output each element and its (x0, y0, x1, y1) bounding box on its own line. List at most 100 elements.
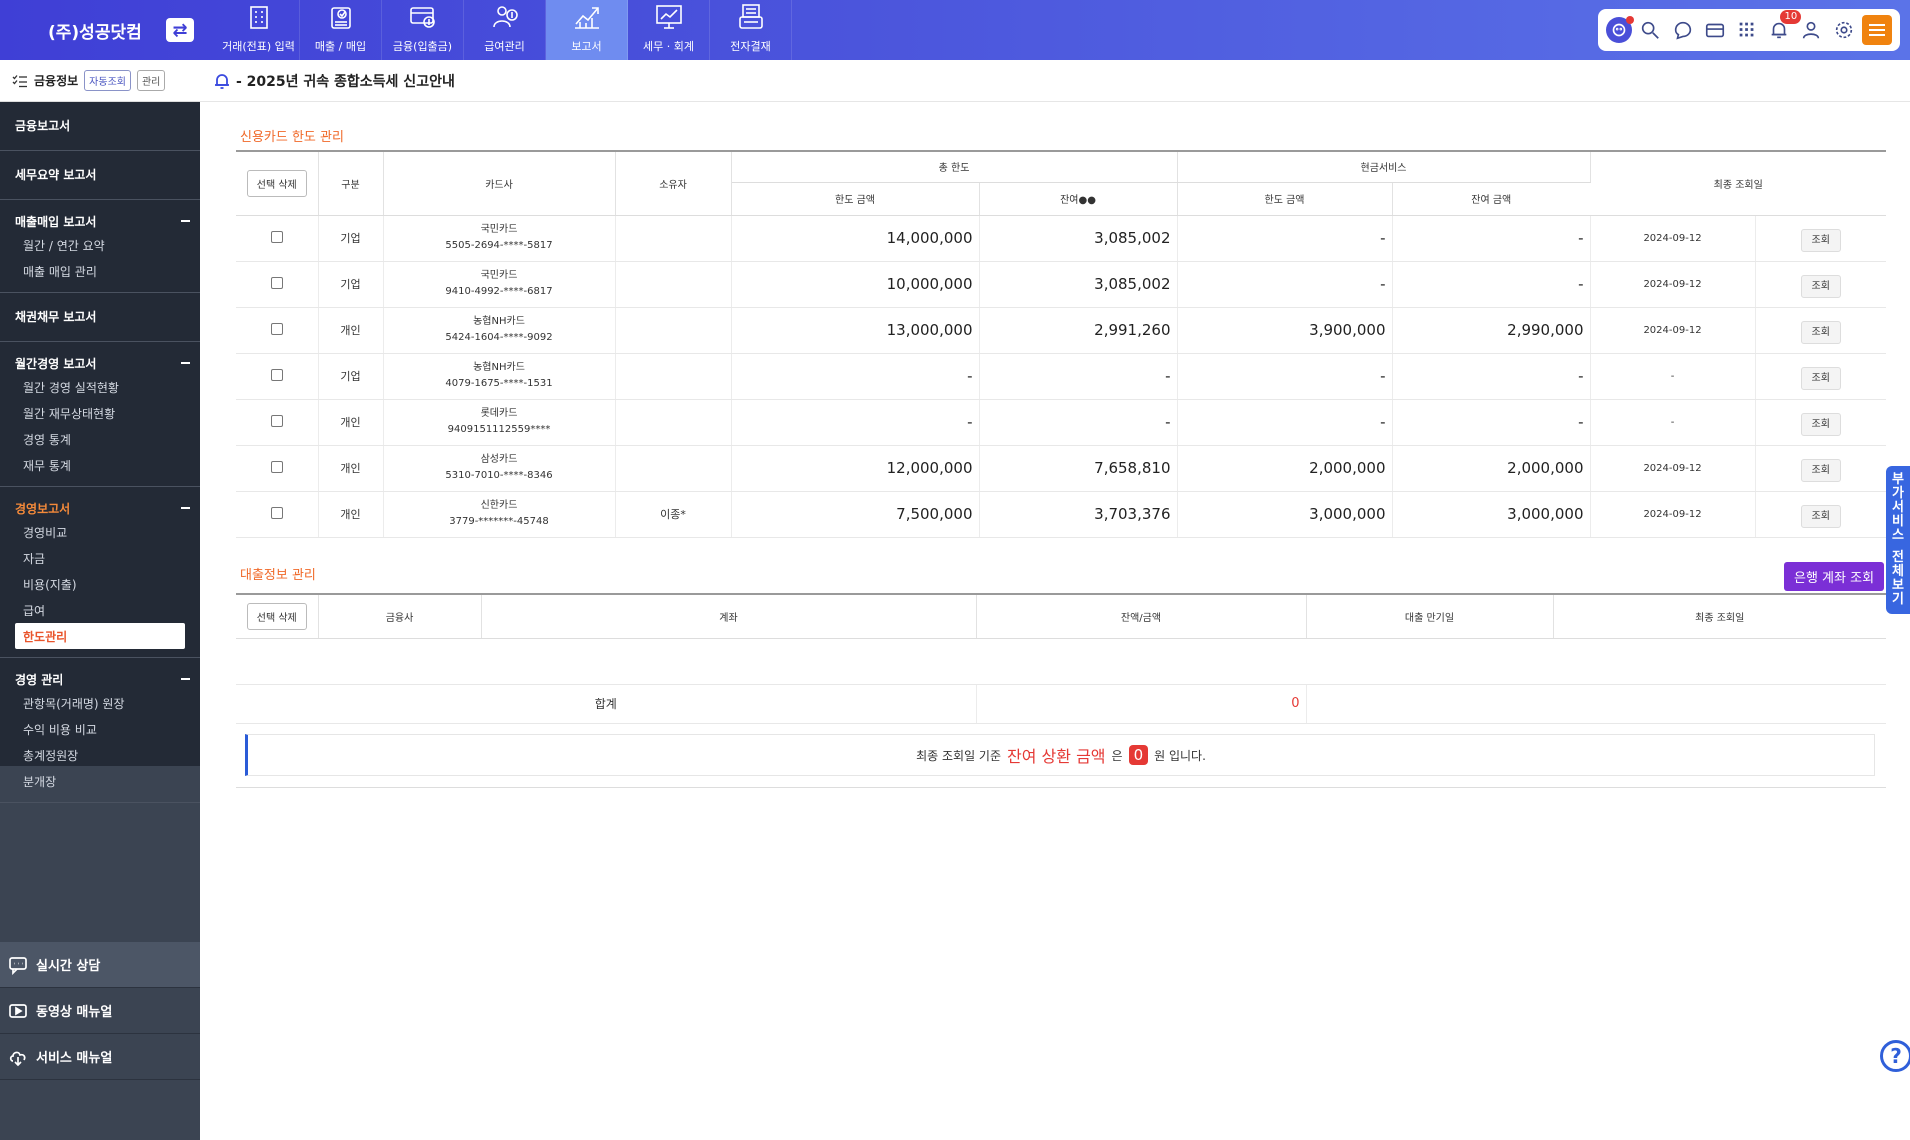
sidebar-item[interactable]: 급여 (0, 597, 200, 623)
user-icon[interactable] (1797, 16, 1825, 44)
side-tab-char: 전 (1892, 550, 1904, 565)
manage-tag[interactable]: 관리 (136, 70, 166, 91)
view-button[interactable]: 조회 (1800, 320, 1841, 344)
view-button[interactable]: 조회 (1800, 504, 1841, 528)
service-manual-label: 서비스 매뉴얼 (36, 1051, 113, 1066)
cash-balance-cell: - (1392, 261, 1591, 308)
row-checkbox[interactable] (270, 368, 283, 381)
card-cell: 롯데카드 9409151112559**** (383, 399, 616, 446)
collapse-icon[interactable] (181, 220, 190, 222)
loan-balance-header: 잔액/금액 (976, 594, 1307, 639)
table-row: 기업 국민카드 9410-4992-****-6817 10,000,000 3,085… (236, 261, 1886, 308)
sidebar-item[interactable]: 월간 / 연간 요약 (0, 232, 200, 258)
card-number: 9409151112559**** (447, 424, 551, 435)
live-chat-button[interactable]: 실시간 상담 (0, 942, 200, 988)
chatbot-icon[interactable] (1606, 16, 1635, 43)
nav-sales-purchase[interactable]: 매출 / 매입 (300, 0, 382, 60)
side-tab-char: 서 (1892, 500, 1904, 515)
balance-cell: 2,991,260 (979, 307, 1178, 354)
view-button[interactable]: 조회 (1800, 458, 1841, 482)
credit-section-title: 신용카드 한도 관리 (240, 130, 344, 145)
card-cell: 농협NH카드 5424-1604-****-9092 (383, 307, 616, 354)
search-icon[interactable] (1636, 16, 1664, 44)
auto-query-tag[interactable]: 자동조회 (84, 70, 131, 91)
nav-voucher-entry[interactable]: 거래(전표) 입력 (218, 0, 300, 60)
row-checkbox[interactable] (270, 460, 283, 473)
view-cell: 조회 (1755, 261, 1886, 308)
switch-company-button[interactable]: ⇄ (166, 18, 194, 42)
sidebar-item[interactable]: 재무 통계 (0, 452, 200, 478)
gear-icon[interactable] (1830, 16, 1858, 44)
loan-total-label: 합계 (236, 684, 977, 724)
sidebar-item[interactable]: 자금 (0, 545, 200, 571)
sidebar-section-management[interactable]: 경영 관리 (0, 668, 200, 690)
card-cell: 농협NH카드 4079-1675-****-1531 (383, 353, 616, 400)
cash-service-header: 현금서비스 (1177, 151, 1591, 183)
collapse-icon[interactable] (181, 678, 190, 680)
help-icon[interactable]: ? (1880, 1040, 1910, 1072)
row-checkbox[interactable] (270, 230, 283, 243)
nav-finance[interactable]: 금융(입출금) (382, 0, 464, 60)
additional-services-tab[interactable]: 부가서비스전체보기 (1886, 466, 1910, 614)
owner-cell (615, 353, 732, 400)
sidebar-section-finance-report[interactable]: 금융보고서 (0, 114, 200, 136)
sidebar-item[interactable]: 월간 재무상태현황 (0, 400, 200, 426)
menu-section: 월간경영 보고서 월간 경영 실적현황 월간 재무상태현황 경영 통계 재무 통… (0, 342, 200, 487)
nav-label: 세무 · 회계 (643, 40, 694, 53)
owner-cell (615, 445, 732, 492)
nav-tax-accounting[interactable]: 세무 · 회계 (628, 0, 710, 60)
credit-card-table: 선택 삭제 구분 카드사 소유자 총 한도 현금서비스 최종 조회일 한도 금액… (236, 150, 1886, 538)
sidebar-item[interactable]: 분개장 (0, 768, 200, 794)
service-manual-button[interactable]: 서비스 매뉴얼 (0, 1034, 200, 1080)
video-manual-button[interactable]: 동영상 매뉴얼 (0, 988, 200, 1034)
collapse-icon[interactable] (181, 507, 190, 509)
sidebar-item[interactable]: 경영 통계 (0, 426, 200, 452)
sidebar-section-sales-purchase[interactable]: 매출매입 보고서 (0, 210, 200, 232)
row-checkbox-cell (236, 445, 319, 492)
loan-empty-row (236, 638, 1886, 685)
apps-grid-icon[interactable] (1733, 16, 1761, 44)
nav-e-approval[interactable]: 전자결재 (710, 0, 792, 60)
hamburger-menu-icon[interactable] (1861, 15, 1892, 45)
balance-cell: 3,085,002 (979, 215, 1178, 262)
chatbot-alert-dot (1626, 16, 1635, 24)
card-number: 5424-1604-****-9092 (445, 332, 553, 343)
sidebar-section-management-report[interactable]: 경영보고서 (0, 497, 200, 519)
view-button[interactable]: 조회 (1800, 228, 1841, 252)
nav-reports[interactable]: 보고서 (546, 0, 628, 60)
sidebar-item[interactable]: 매출 매입 관리 (0, 258, 200, 284)
sidebar-item[interactable]: 관항목(거래명) 원장 (0, 690, 200, 716)
menu-section: 경영 관리 관항목(거래명) 원장 수익 비용 비교 총계정원장 분개장 (0, 658, 200, 803)
cash-limit-cell: - (1177, 353, 1393, 400)
sidebar-item[interactable]: 비용(지출) (0, 571, 200, 597)
sidebar-item[interactable]: 경영비교 (0, 519, 200, 545)
menu-section: 채권채무 보고서 (0, 293, 200, 342)
owner-cell (615, 261, 732, 308)
message-icon[interactable] (1669, 16, 1697, 44)
row-checkbox[interactable] (270, 414, 283, 427)
row-checkbox[interactable] (270, 506, 283, 519)
bank-account-query-button[interactable]: 은행 계좌 조회 (1784, 562, 1885, 591)
row-checkbox[interactable] (270, 322, 283, 335)
loan-delete-selected-button[interactable]: 선택 삭제 (246, 602, 307, 630)
wallet-icon[interactable] (1701, 16, 1729, 44)
notice-bar[interactable]: - 2025년 귀속 종합소득세 신고안내 (200, 60, 1910, 102)
nav-payroll[interactable]: 급여관리 (464, 0, 546, 60)
limit-cell: 13,000,000 (731, 307, 980, 354)
view-button[interactable]: 조회 (1800, 274, 1841, 298)
sidebar-item[interactable]: 월간 경영 실적현황 (0, 374, 200, 400)
view-button[interactable]: 조회 (1800, 412, 1841, 436)
sidebar-item[interactable]: 총계정원장 (0, 742, 200, 768)
sidebar-section-monthly[interactable]: 월간경영 보고서 (0, 352, 200, 374)
row-checkbox[interactable] (270, 276, 283, 289)
delete-selected-button[interactable]: 선택 삭제 (246, 169, 307, 197)
sidebar-section-tax-summary[interactable]: 세무요약 보고서 (0, 163, 200, 185)
sidebar-item-limit-management[interactable]: 한도관리 (15, 623, 185, 649)
view-button[interactable]: 조회 (1800, 366, 1841, 390)
view-cell: 조회 (1755, 307, 1886, 354)
collapse-icon[interactable] (181, 362, 190, 364)
sidebar-section-receivables[interactable]: 채권채무 보고서 (0, 305, 200, 327)
notice-text: - 2025년 귀속 종합소득세 신고안내 (236, 73, 455, 90)
bell-icon[interactable]: 10 (1765, 10, 1802, 44)
sidebar-item[interactable]: 수익 비용 비교 (0, 716, 200, 742)
